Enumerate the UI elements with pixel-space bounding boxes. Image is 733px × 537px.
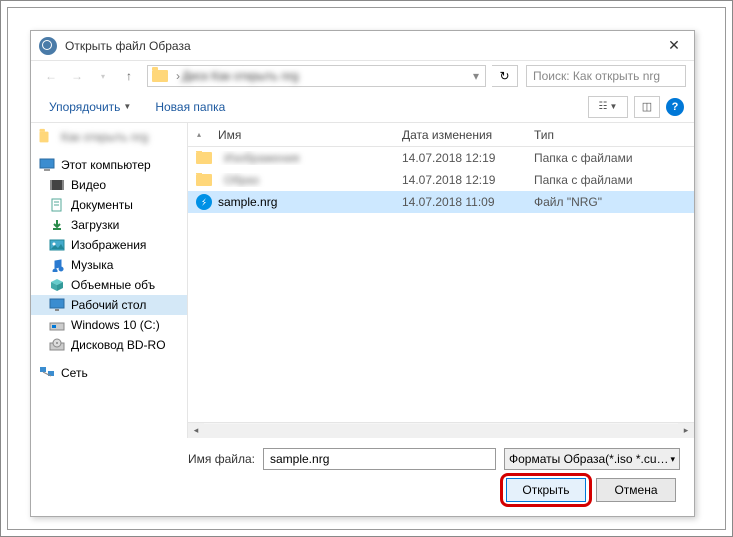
file-date: 14.07.2018 12:19	[394, 173, 526, 187]
pictures-icon	[49, 238, 65, 252]
cancel-button[interactable]: Отмена	[596, 478, 676, 502]
filename-input[interactable]	[263, 448, 496, 470]
tree-item-3dobjects[interactable]: Объемные объ	[31, 275, 187, 295]
address-path: Диск Как открыть nrg	[182, 69, 473, 83]
chevron-right-icon: ›	[176, 69, 180, 83]
close-icon[interactable]: ✕	[654, 31, 694, 61]
tree-item-desktop[interactable]: Рабочий стол	[31, 295, 187, 315]
tree-item-documents[interactable]: Документы	[31, 195, 187, 215]
folder-icon	[196, 174, 212, 186]
scroll-left-icon[interactable]: ◂	[188, 423, 204, 439]
tree-item-pictures[interactable]: Изображения	[31, 235, 187, 255]
cube-icon	[49, 278, 65, 292]
nav-back-icon[interactable]: ←	[39, 64, 63, 88]
tree-item-cdrive[interactable]: Windows 10 (C:)	[31, 315, 187, 335]
file-row[interactable]: Изображения 14.07.2018 12:19Папка с файла…	[188, 147, 694, 169]
tree-item-this-pc[interactable]: Этот компьютер	[31, 155, 187, 175]
chevron-down-icon[interactable]: ▾	[473, 69, 479, 83]
column-type[interactable]: Тип	[526, 128, 694, 142]
sort-indicator-icon[interactable]: ▴	[188, 130, 210, 139]
documents-icon	[49, 198, 65, 212]
file-name: Изображения	[224, 151, 299, 165]
disc-drive-icon	[49, 338, 65, 352]
column-name[interactable]: Имя	[210, 128, 394, 142]
video-icon	[49, 178, 65, 192]
column-date[interactable]: Дата изменения	[394, 128, 526, 142]
tree-item-video[interactable]: Видео	[31, 175, 187, 195]
organize-button[interactable]: Упорядочить ▼	[41, 96, 139, 118]
desktop-icon	[49, 298, 65, 312]
nav-recent-icon[interactable]: ▾	[91, 64, 115, 88]
open-button[interactable]: Открыть	[506, 478, 586, 502]
file-row[interactable]: sample.nrg 14.07.2018 11:09Файл "NRG"	[188, 191, 694, 213]
app-icon	[39, 37, 57, 55]
file-date: 14.07.2018 12:19	[394, 151, 526, 165]
tree-item-network[interactable]: Сеть	[31, 363, 187, 383]
search-input[interactable]: Поиск: Как открыть nrg	[526, 65, 686, 87]
tree-item-music[interactable]: Музыка	[31, 255, 187, 275]
folder-icon	[152, 70, 168, 82]
file-type-filter[interactable]: Форматы Образа(*.iso *.cue *. ▾	[504, 448, 680, 470]
search-placeholder: Поиск: Как открыть nrg	[533, 69, 660, 83]
file-row[interactable]: Образ 14.07.2018 12:19Папка с файлами	[188, 169, 694, 191]
file-type: Папка с файлами	[526, 173, 694, 187]
tree-item-quick[interactable]: Как открыть nrg	[31, 127, 187, 147]
tree-item-downloads[interactable]: Загрузки	[31, 215, 187, 235]
file-type: Файл "NRG"	[526, 195, 694, 209]
nav-forward-icon[interactable]: →	[65, 64, 89, 88]
music-icon	[49, 258, 65, 272]
chevron-down-icon: ▼	[123, 102, 131, 111]
dialog-title: Открыть файл Образа	[65, 39, 654, 53]
address-bar[interactable]: › Диск Как открыть nrg ▾	[147, 65, 486, 87]
file-name: Образ	[224, 173, 259, 187]
nav-up-icon[interactable]: ↑	[117, 64, 141, 88]
nrg-file-icon	[196, 194, 212, 210]
folder-tree[interactable]: Как открыть nrg Этот компьютер Видео Док…	[31, 123, 188, 438]
scroll-right-icon[interactable]: ▸	[678, 423, 694, 439]
folder-icon	[196, 152, 212, 164]
column-headers: ▴ Имя Дата изменения Тип	[188, 123, 694, 147]
view-mode-button[interactable]: ☷▼	[588, 96, 628, 118]
file-type: Папка с файлами	[526, 151, 694, 165]
downloads-icon	[49, 218, 65, 232]
network-icon	[39, 366, 55, 380]
filename-label: Имя файла:	[45, 452, 255, 466]
chevron-down-icon: ▾	[670, 454, 675, 465]
help-icon[interactable]: ?	[666, 98, 684, 116]
file-name: sample.nrg	[218, 195, 277, 209]
h-scrollbar[interactable]: ◂ ▸	[188, 422, 694, 438]
tree-item-bddrive[interactable]: Дисковод BD-RO	[31, 335, 187, 355]
file-date: 14.07.2018 11:09	[394, 195, 526, 209]
computer-icon	[39, 158, 55, 172]
refresh-icon[interactable]: ↻	[492, 65, 518, 87]
new-folder-button[interactable]: Новая папка	[147, 96, 233, 118]
drive-icon	[49, 318, 65, 332]
preview-pane-button[interactable]: ◫	[634, 96, 660, 118]
